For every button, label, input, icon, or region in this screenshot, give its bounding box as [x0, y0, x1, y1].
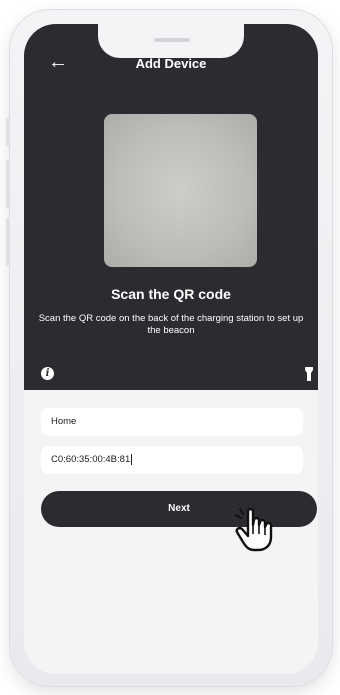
- scanner-panel: ← Add Device Scan the QR code Scan the Q…: [24, 24, 318, 390]
- next-button-label: Next: [168, 503, 190, 514]
- flashlight-icon[interactable]: [305, 367, 313, 381]
- phone-screen: ← Add Device Scan the QR code Scan the Q…: [24, 24, 318, 674]
- phone-side-button: [6, 160, 10, 208]
- scan-heading: Scan the QR code: [111, 286, 231, 302]
- mac-address-value: C0:60:35:00:4B:81: [51, 454, 131, 465]
- qr-camera-viewfinder: [104, 114, 257, 267]
- device-name-value: Home: [51, 416, 77, 427]
- mac-address-field[interactable]: C0:60:35:00:4B:81: [41, 446, 303, 474]
- pointing-hand-cursor-icon: [235, 507, 273, 552]
- phone-side-button: [6, 118, 10, 146]
- info-icon[interactable]: i: [41, 367, 54, 380]
- device-name-field[interactable]: Home: [41, 408, 303, 436]
- scan-description: Scan the QR code on the back of the char…: [38, 313, 304, 336]
- phone-speaker: [154, 38, 190, 42]
- page-title: Add Device: [135, 56, 207, 71]
- phone-side-button: [6, 218, 10, 266]
- text-caret: [131, 453, 133, 465]
